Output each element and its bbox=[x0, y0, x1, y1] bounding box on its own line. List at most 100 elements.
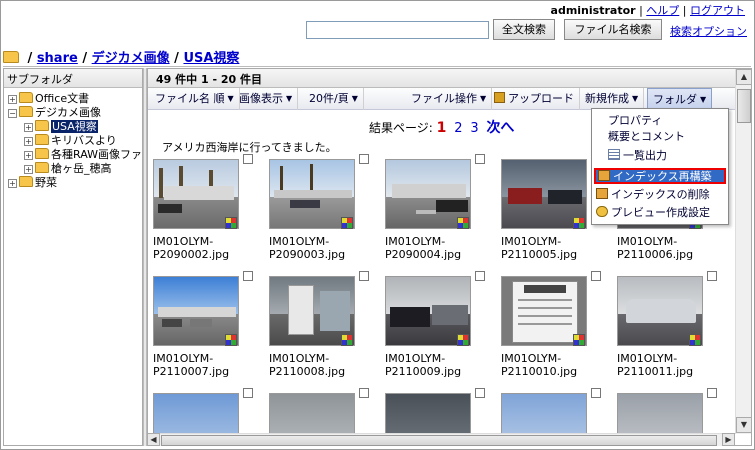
folder-open-icon bbox=[19, 106, 33, 117]
help-link[interactable]: ヘルプ bbox=[646, 4, 679, 17]
result-count: 49 件中 1 - 20 件目 bbox=[148, 69, 751, 88]
color-badge-icon bbox=[689, 334, 701, 346]
scroll-up-icon[interactable]: ▲ bbox=[736, 69, 752, 85]
breadcrumb-current[interactable]: USA視察 bbox=[183, 51, 239, 66]
file-name: IM01OLYM- P2110005.jpg bbox=[501, 235, 578, 261]
folder-icon bbox=[19, 92, 33, 103]
folder-icon bbox=[35, 134, 49, 145]
logout-link[interactable]: ログアウト bbox=[690, 4, 745, 17]
list-icon bbox=[608, 149, 620, 160]
preview-settings-icon bbox=[596, 206, 608, 217]
expand-icon[interactable]: + bbox=[24, 151, 33, 160]
expand-icon[interactable]: + bbox=[8, 95, 17, 104]
scroll-thumb[interactable] bbox=[161, 435, 717, 446]
divider bbox=[3, 66, 751, 67]
file-ops-menu[interactable]: ファイル操作 ▼ bbox=[406, 88, 493, 110]
select-checkbox[interactable] bbox=[359, 154, 369, 164]
select-checkbox[interactable] bbox=[475, 271, 485, 281]
search-options-link[interactable]: 検索オプション bbox=[670, 23, 747, 39]
folder-icon bbox=[19, 176, 33, 187]
expand-icon[interactable]: + bbox=[24, 165, 33, 174]
upload-icon bbox=[494, 92, 505, 103]
tree-item-kiribati[interactable]: + キリバスより bbox=[4, 134, 142, 148]
pager-page-2[interactable]: 2 bbox=[454, 121, 462, 136]
expand-icon[interactable]: + bbox=[8, 179, 17, 188]
breadcrumb-share[interactable]: share bbox=[37, 51, 78, 66]
expand-icon[interactable]: + bbox=[24, 123, 33, 132]
pager-next[interactable]: 次へ bbox=[486, 120, 514, 136]
select-checkbox[interactable] bbox=[359, 271, 369, 281]
tree-item-vegetables[interactable]: + 野菜 bbox=[4, 176, 142, 190]
select-checkbox[interactable] bbox=[359, 388, 369, 398]
scroll-left-icon[interactable]: ◀ bbox=[147, 433, 160, 446]
color-badge-icon bbox=[225, 217, 237, 229]
index-delete-icon bbox=[596, 188, 608, 199]
horizontal-scrollbar[interactable]: ◀ ▶ bbox=[147, 433, 735, 446]
scroll-thumb[interactable] bbox=[737, 89, 751, 123]
select-checkbox[interactable] bbox=[591, 271, 601, 281]
scroll-right-icon[interactable]: ▶ bbox=[722, 433, 735, 446]
select-checkbox[interactable] bbox=[243, 154, 253, 164]
folder-icon bbox=[3, 51, 19, 63]
tree-item-raw[interactable]: + 各種RAW画像ファ bbox=[4, 148, 142, 162]
sort-menu[interactable]: ファイル名 順 ▼ bbox=[150, 88, 240, 110]
per-page-menu[interactable]: 20件/頁 ▼ bbox=[304, 88, 364, 110]
user-line: administrator | ヘルプ | ログアウト bbox=[550, 4, 745, 17]
tree-item-office[interactable]: + Office文書 bbox=[4, 92, 142, 106]
sidebar: サブフォルダ + Office文書 − デジカメ画像 + USA視察 + キリバスより … bbox=[3, 68, 143, 446]
menu-item-summary[interactable]: 概要とコメント bbox=[608, 130, 685, 144]
file-name: IM01OLYM- P2110007.jpg bbox=[153, 352, 230, 378]
file-name: IM01OLYM- P2090002.jpg bbox=[153, 235, 230, 261]
file-name: IM01OLYM- P2090004.jpg bbox=[385, 235, 462, 261]
new-menu[interactable]: 新規作成 ▼ bbox=[580, 88, 645, 110]
folder-icon bbox=[35, 162, 49, 173]
menu-item-delete-index[interactable]: インデックスの削除 bbox=[596, 188, 710, 202]
upload-button[interactable]: アップロード bbox=[489, 88, 580, 110]
caret-down-icon: ▼ bbox=[351, 94, 358, 103]
search-input[interactable] bbox=[306, 21, 489, 39]
tree-item-usa[interactable]: + USA視察 bbox=[4, 120, 142, 134]
folder-description: アメリカ西海岸に行ってきました。 bbox=[162, 141, 337, 154]
select-checkbox[interactable] bbox=[707, 388, 717, 398]
breadcrumb: / share / デジカメ画像 / USA視察 bbox=[3, 47, 239, 66]
file-name: IM01OLYM- P2110006.jpg bbox=[617, 235, 694, 261]
username: administrator bbox=[550, 4, 636, 17]
menu-item-properties[interactable]: プロパティ bbox=[608, 114, 662, 128]
color-badge-icon bbox=[341, 217, 353, 229]
expand-icon[interactable]: + bbox=[24, 137, 33, 146]
pager: 結果ページ: 1 2 3 次へ bbox=[369, 120, 515, 136]
file-name: IM01OLYM- P2090003.jpg bbox=[269, 235, 346, 261]
folder-icon bbox=[35, 148, 49, 159]
caret-down-icon: ▼ bbox=[632, 94, 639, 103]
color-badge-icon bbox=[573, 334, 585, 346]
folder-dropdown: プロパティ 概要とコメント 一覧出力 インデックス再構築 インデックスの削除 プ… bbox=[591, 108, 729, 225]
file-name: IM01OLYM- P2110011.jpg bbox=[617, 352, 694, 378]
menu-item-rebuild-index[interactable]: インデックス再構築 bbox=[594, 168, 726, 184]
tree-item-yarigatake[interactable]: + 槍ヶ岳_穂高 bbox=[4, 162, 142, 176]
collapse-icon[interactable]: − bbox=[8, 109, 17, 118]
tree-item-camera[interactable]: − デジカメ画像 bbox=[4, 106, 142, 120]
pager-page-3[interactable]: 3 bbox=[470, 121, 478, 136]
top-bar: administrator | ヘルプ | ログアウト 全文検索 ファイル名検索… bbox=[0, 0, 755, 46]
select-checkbox[interactable] bbox=[475, 154, 485, 164]
filename-search-button[interactable]: ファイル名検索 bbox=[564, 19, 662, 40]
select-checkbox[interactable] bbox=[475, 388, 485, 398]
menu-item-preview-settings[interactable]: プレビュー作成設定 bbox=[596, 206, 710, 220]
color-badge-icon bbox=[573, 217, 585, 229]
select-checkbox[interactable] bbox=[591, 388, 601, 398]
pager-current: 1 bbox=[436, 120, 447, 136]
breadcrumb-camera[interactable]: デジカメ画像 bbox=[92, 51, 170, 66]
vertical-scrollbar[interactable]: ▲ ▼ bbox=[735, 69, 752, 434]
index-rebuild-icon bbox=[598, 170, 610, 181]
menu-item-list-output[interactable]: 一覧出力 bbox=[608, 149, 667, 163]
caret-down-icon: ▼ bbox=[480, 94, 487, 103]
view-menu[interactable]: 画像表示 ▼ bbox=[234, 88, 299, 110]
file-name: IM01OLYM- P2110008.jpg bbox=[269, 352, 346, 378]
fulltext-search-button[interactable]: 全文検索 bbox=[493, 19, 555, 40]
scroll-down-icon[interactable]: ▼ bbox=[736, 417, 752, 433]
select-checkbox[interactable] bbox=[243, 271, 253, 281]
select-checkbox[interactable] bbox=[707, 271, 717, 281]
select-checkbox[interactable] bbox=[243, 388, 253, 398]
file-name: IM01OLYM- P2110009.jpg bbox=[385, 352, 462, 378]
folder-menu[interactable]: フォルダ ▼ bbox=[647, 88, 713, 110]
